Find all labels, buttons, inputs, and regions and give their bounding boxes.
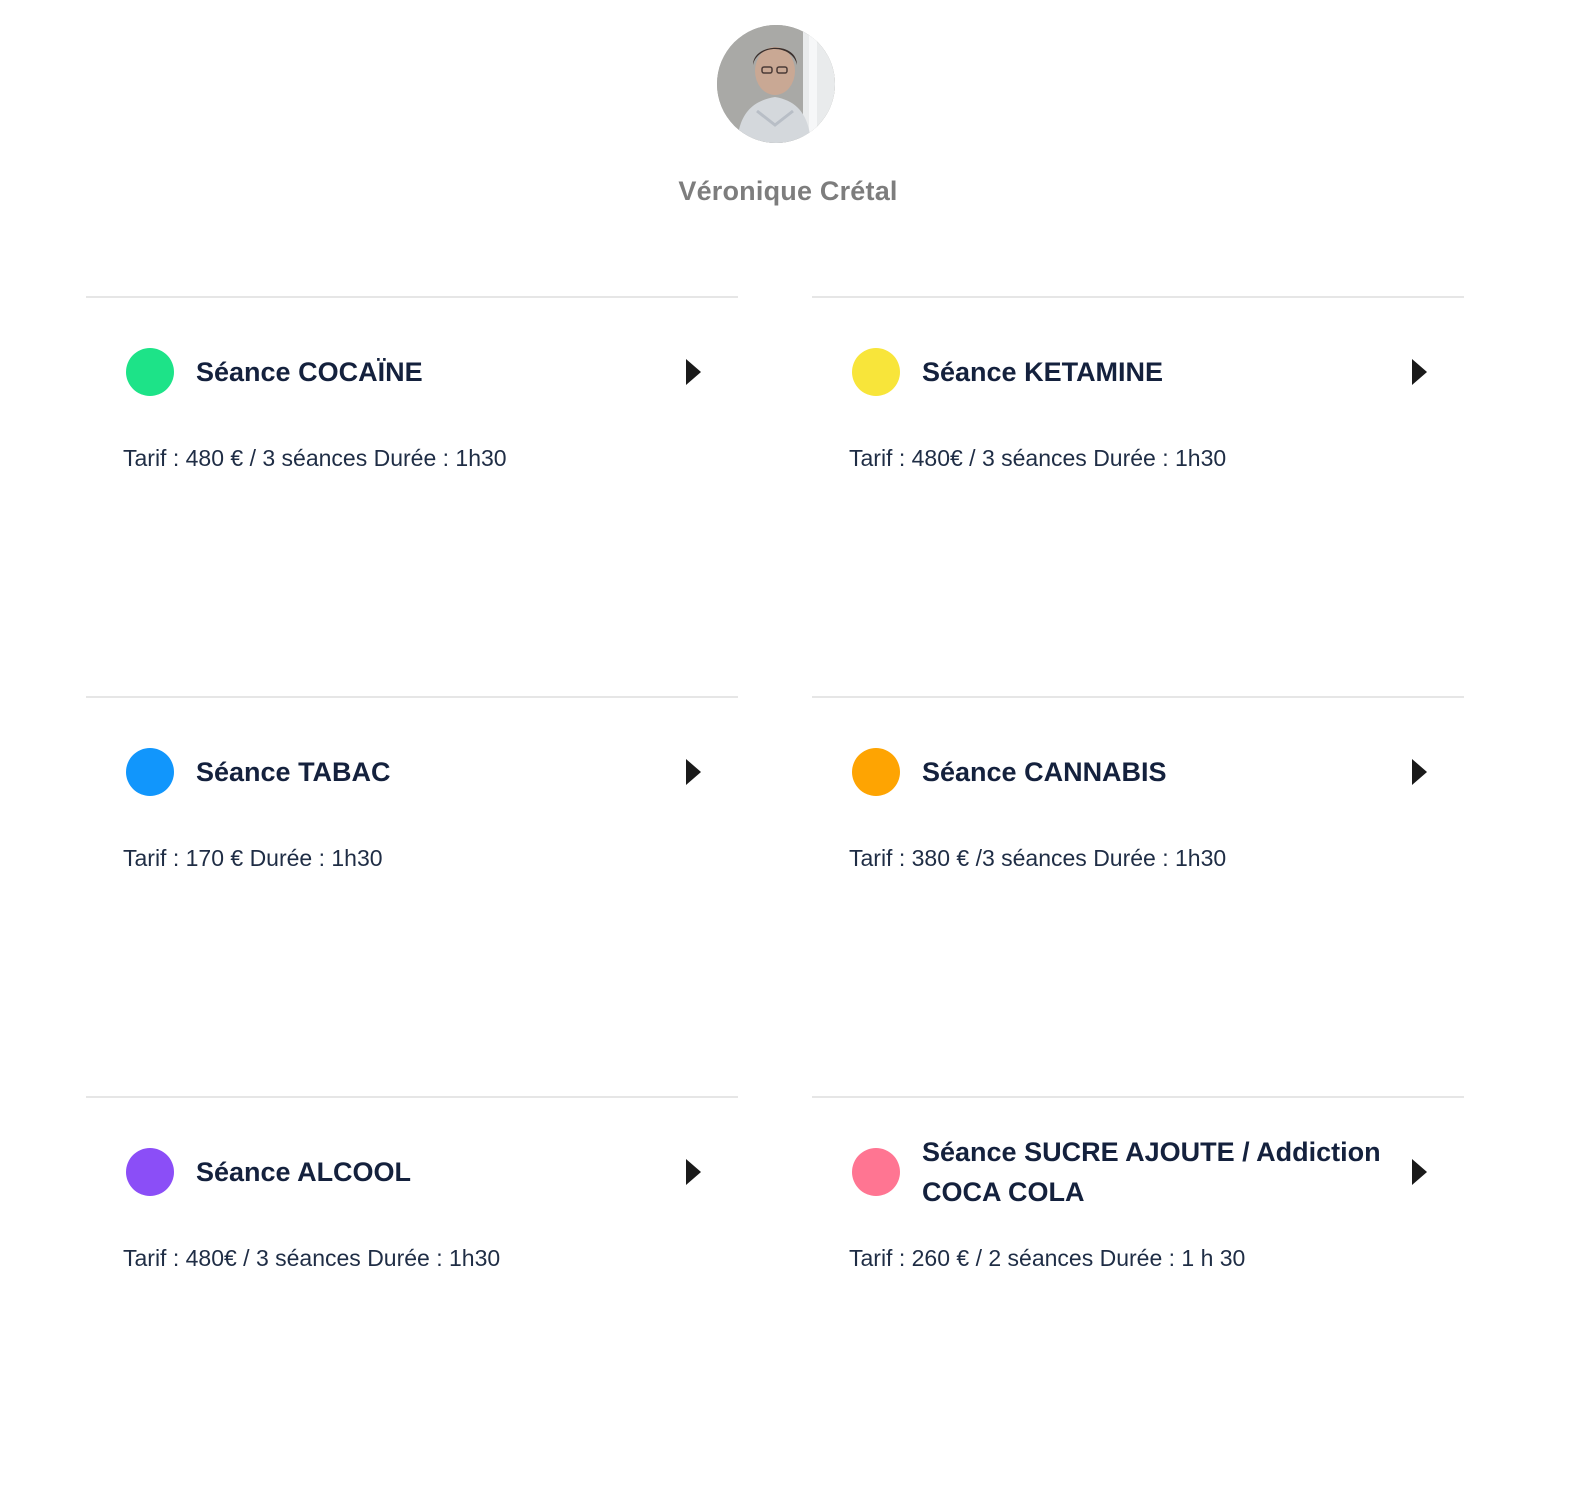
color-dot-icon bbox=[126, 348, 174, 396]
service-card-alcool[interactable]: Séance ALCOOL Tarif : 480€ / 3 séances D… bbox=[86, 1096, 738, 1496]
service-description: Tarif : 380 € /3 séances Durée : 1h30 bbox=[849, 845, 1227, 871]
service-card-ketamine[interactable]: Séance KETAMINE Tarif : 480€ / 3 séances… bbox=[812, 296, 1464, 696]
service-description: Tarif : 260 € / 2 séances Durée : 1 h 30 bbox=[849, 1245, 1246, 1271]
color-dot-icon bbox=[852, 1148, 900, 1196]
avatar bbox=[717, 25, 835, 143]
service-title: Séance COCAÏNE bbox=[196, 357, 423, 387]
service-description: Tarif : 170 € Durée : 1h30 bbox=[123, 845, 383, 871]
service-description: Tarif : 480 € / 3 séances Durée : 1h30 bbox=[123, 445, 507, 471]
chevron-right-icon[interactable] bbox=[1410, 358, 1428, 386]
service-card-cannabis[interactable]: Séance CANNABIS Tarif : 380 € /3 séances… bbox=[812, 696, 1464, 1096]
chevron-right-icon[interactable] bbox=[684, 1158, 702, 1186]
chevron-right-icon[interactable] bbox=[684, 358, 702, 386]
provider-name: Véronique Crétal bbox=[678, 176, 898, 206]
service-title: Séance CANNABIS bbox=[922, 757, 1167, 787]
service-card-sucre-ajoute[interactable]: Séance SUCRE AJOUTE / Addiction COCA COL… bbox=[812, 1096, 1464, 1496]
color-dot-icon bbox=[852, 748, 900, 796]
service-title: Séance ALCOOL bbox=[196, 1157, 412, 1187]
service-card-cocaine[interactable]: Séance COCAÏNE Tarif : 480 € / 3 séances… bbox=[86, 296, 738, 696]
service-title: Séance KETAMINE bbox=[922, 357, 1164, 387]
chevron-right-icon[interactable] bbox=[684, 758, 702, 786]
color-dot-icon bbox=[126, 748, 174, 796]
color-dot-icon bbox=[852, 348, 900, 396]
color-dot-icon bbox=[126, 1148, 174, 1196]
service-description: Tarif : 480€ / 3 séances Durée : 1h30 bbox=[849, 445, 1227, 471]
service-card-tabac[interactable]: Séance TABAC Tarif : 170 € Durée : 1h30 bbox=[86, 696, 738, 1096]
service-description: Tarif : 480€ / 3 séances Durée : 1h30 bbox=[123, 1245, 501, 1271]
service-title: Séance SUCRE AJOUTE / Addiction COCA COL… bbox=[922, 1137, 1381, 1207]
chevron-right-icon[interactable] bbox=[1410, 758, 1428, 786]
service-title: Séance TABAC bbox=[196, 757, 391, 787]
chevron-right-icon[interactable] bbox=[1410, 1158, 1428, 1186]
